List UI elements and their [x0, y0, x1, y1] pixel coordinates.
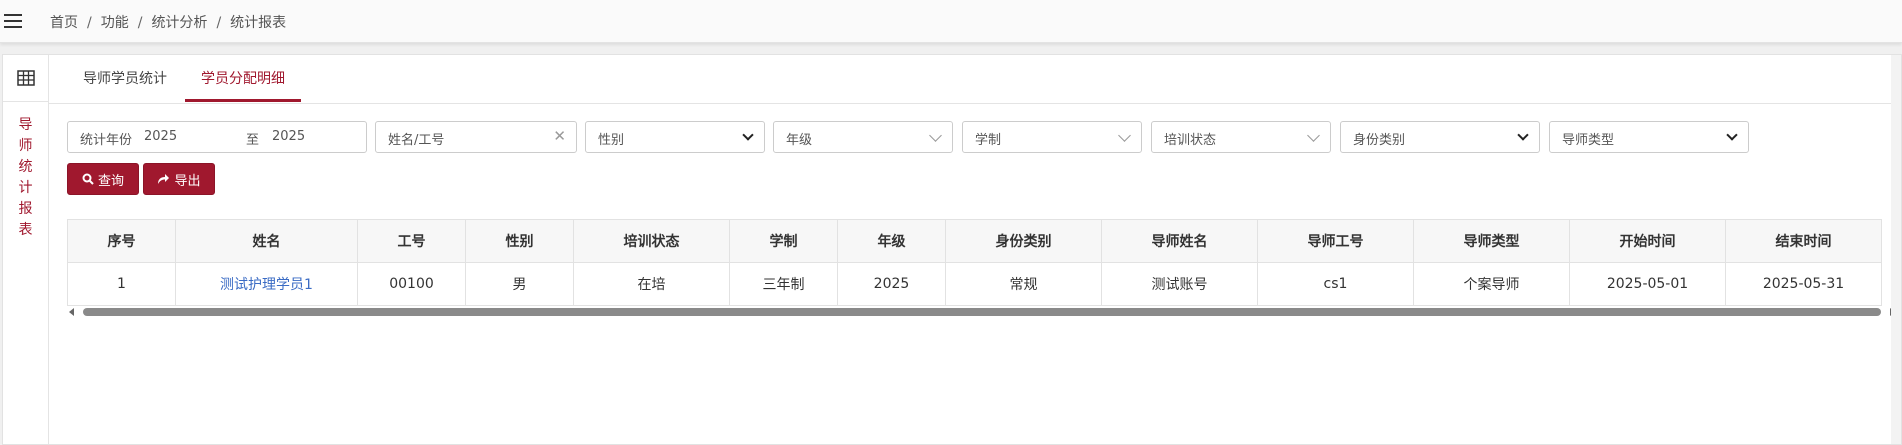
table-cell: 三年制: [729, 262, 838, 306]
year-range-field: 统计年份 2025 至 2025: [67, 121, 367, 153]
breadcrumb-statistics[interactable]: 统计分析: [151, 15, 207, 31]
table-cell: 测试护理学员1: [175, 262, 358, 306]
top-bar: 首页 / 功能 / 统计分析 / 统计报表: [0, 0, 1902, 43]
tab-assignment-detail[interactable]: 学员分配明细: [185, 55, 301, 102]
side-menu: 导 师 统 计 报 表: [3, 55, 49, 444]
side-title-char: 统: [18, 159, 33, 175]
scroll-left-icon[interactable]: [69, 308, 74, 316]
side-title-char: 师: [18, 138, 33, 154]
main-panel: 导 师 统 计 报 表 导师学员统计 学员分配明细 统计年份 2025 至 20…: [2, 54, 1902, 445]
table-cell: 2025-05-01: [1569, 262, 1726, 306]
breadcrumb: 首页 / 功能 / 统计分析 / 统计报表: [50, 15, 287, 31]
table-cell: 2025: [837, 262, 946, 306]
breadcrumb-function[interactable]: 功能: [101, 15, 129, 31]
search-icon: [82, 173, 94, 185]
chevron-down-icon: [929, 129, 942, 142]
table-cell: 男: [465, 262, 574, 306]
schooling-select[interactable]: 学制: [962, 121, 1142, 153]
student-name-link[interactable]: 测试护理学员1: [220, 277, 313, 293]
identity-type-select-value: 身份类别: [1353, 133, 1406, 148]
column-header[interactable]: 开始时间: [1569, 219, 1726, 263]
vertical-scrollbar[interactable]: [1891, 55, 1901, 444]
menu-icon[interactable]: [4, 14, 22, 28]
table-icon[interactable]: [3, 55, 48, 102]
chevron-down-icon: [1517, 129, 1529, 141]
year-label: 统计年份: [80, 133, 133, 148]
grade-select[interactable]: 年级: [773, 121, 953, 153]
side-title-char: 表: [18, 222, 33, 238]
grade-select-value: 年级: [786, 133, 813, 148]
column-header[interactable]: 导师工号: [1257, 219, 1414, 263]
table-cell: 在培: [573, 262, 730, 306]
side-title-char: 计: [18, 180, 33, 196]
year-to-label: 至: [246, 133, 260, 148]
column-header[interactable]: 年级: [837, 219, 946, 263]
mentor-type-select-value: 导师类型: [1562, 133, 1615, 148]
table-cell: 2025-05-31: [1725, 262, 1882, 306]
chevron-down-icon: [742, 129, 754, 141]
breadcrumb-current: 统计报表: [230, 15, 287, 31]
table-cell: 测试账号: [1101, 262, 1258, 306]
table-cell: 00100: [357, 262, 466, 306]
side-title-char: 报: [18, 201, 33, 217]
name-search-placeholder: 姓名/工号: [388, 133, 445, 148]
data-table: 序号 姓名 工号 性别 培训状态 学制 年级 身份类别 导师姓名 导师工号 导师…: [67, 219, 1882, 306]
breadcrumb-home[interactable]: 首页: [50, 15, 78, 31]
year-from-input[interactable]: 2025: [144, 129, 177, 144]
training-status-select-value: 培训状态: [1164, 133, 1217, 148]
identity-type-select[interactable]: 身份类别: [1340, 121, 1540, 153]
column-header[interactable]: 身份类别: [945, 219, 1102, 263]
column-header[interactable]: 结束时间: [1725, 219, 1882, 263]
side-title[interactable]: 导 师 统 计 报 表: [3, 115, 48, 241]
mentor-type-select[interactable]: 导师类型: [1549, 121, 1749, 153]
table-cell: 常规: [945, 262, 1102, 306]
chevron-down-icon: [1307, 129, 1320, 142]
share-icon: [158, 174, 170, 184]
training-status-select[interactable]: 培训状态: [1151, 121, 1331, 153]
query-button-label: 查询: [97, 173, 124, 189]
data-table-wrapper: 序号 姓名 工号 性别 培训状态 学制 年级 身份类别 导师姓名 导师工号 导师…: [67, 219, 1897, 315]
export-button-label: 导出: [174, 173, 201, 189]
export-button[interactable]: 导出: [143, 163, 215, 195]
content-area: 导师学员统计 学员分配明细 统计年份 2025 至 2025 姓名/工号 ✕ 性…: [49, 55, 1901, 444]
query-button[interactable]: 查询: [67, 163, 139, 195]
chevron-down-icon: [1726, 129, 1738, 141]
tab-mentor-stats[interactable]: 导师学员统计: [71, 55, 179, 102]
column-header[interactable]: 性别: [465, 219, 574, 263]
column-header[interactable]: 工号: [357, 219, 466, 263]
column-header[interactable]: 序号: [67, 219, 176, 263]
name-search-input[interactable]: 姓名/工号 ✕: [375, 121, 577, 153]
table-header-row: 序号 姓名 工号 性别 培训状态 学制 年级 身份类别 导师姓名 导师工号 导师…: [67, 219, 1882, 263]
column-header[interactable]: 导师类型: [1413, 219, 1570, 263]
tab-bar: 导师学员统计 学员分配明细: [49, 55, 1901, 104]
column-header[interactable]: 姓名: [175, 219, 358, 263]
chevron-down-icon: [1118, 129, 1131, 142]
column-header[interactable]: 培训状态: [573, 219, 730, 263]
schooling-select-value: 学制: [975, 133, 1002, 148]
column-header[interactable]: 学制: [729, 219, 838, 263]
side-title-char: 导: [18, 117, 33, 133]
scrollbar-thumb[interactable]: [83, 308, 1881, 316]
table-cell: 个案导师: [1413, 262, 1570, 306]
gender-select-value: 性别: [598, 133, 625, 148]
column-header[interactable]: 导师姓名: [1101, 219, 1258, 263]
year-to-input[interactable]: 2025: [272, 129, 305, 144]
gender-select[interactable]: 性别: [585, 121, 765, 153]
horizontal-scrollbar[interactable]: [67, 305, 1897, 319]
table-row: 1 测试护理学员1 00100 男 在培 三年制 2025 常规 测试账号 cs…: [67, 262, 1882, 306]
table-cell: cs1: [1257, 262, 1414, 306]
clear-icon[interactable]: ✕: [553, 127, 566, 145]
table-cell: 1: [67, 262, 176, 306]
